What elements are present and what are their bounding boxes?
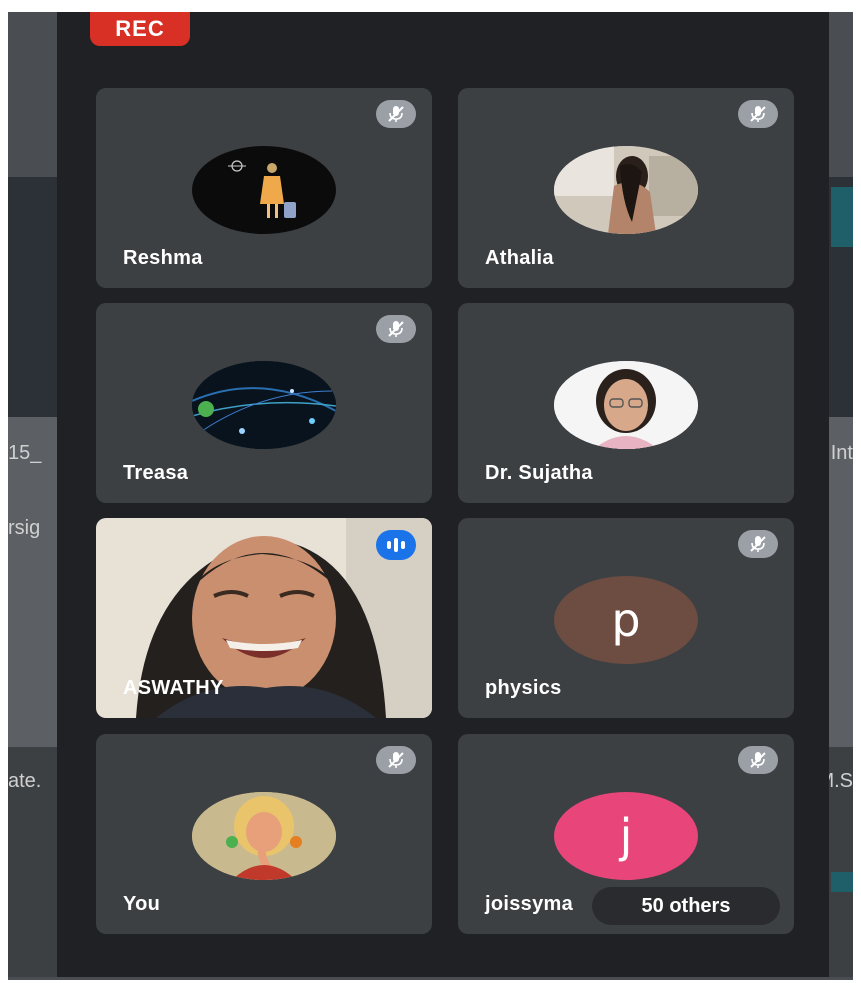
participant-name: Athalia [485, 247, 554, 269]
participant-tile-physics[interactable]: p physics [458, 518, 794, 718]
recording-badge: REC [90, 12, 190, 46]
background-text: 15_ [8, 442, 42, 464]
others-count-button[interactable]: 50 others [592, 887, 780, 925]
participant-tile-treasa[interactable]: Treasa [96, 303, 432, 503]
mic-off-icon [738, 746, 778, 774]
participant-tile-dr-sujatha[interactable]: Dr. Sujatha [458, 303, 794, 503]
participant-name: physics [485, 677, 562, 699]
avatar [554, 361, 698, 449]
mic-off-icon [738, 530, 778, 558]
participant-tile-you[interactable]: You [96, 734, 432, 934]
background-text: ate. [8, 770, 42, 792]
avatar [192, 792, 336, 880]
mic-off-icon [376, 100, 416, 128]
avatar [192, 361, 336, 449]
background-strip [831, 187, 853, 247]
participant-name: ASWATHY [123, 677, 224, 699]
participant-name: Dr. Sujatha [485, 462, 593, 484]
avatar: j [554, 792, 698, 880]
background-text: rsig [8, 517, 41, 539]
participant-tile-athalia[interactable]: Athalia [458, 88, 794, 288]
participant-name: You [123, 893, 161, 915]
mic-off-icon [376, 315, 416, 343]
participant-name: Treasa [123, 462, 189, 484]
avatar [192, 146, 336, 234]
background-strip [831, 872, 853, 892]
mic-off-icon [738, 100, 778, 128]
avatar: p [554, 576, 698, 664]
background-text: Int [830, 442, 853, 464]
avatar [554, 146, 698, 234]
participant-tile-reshma[interactable]: Reshma [96, 88, 432, 288]
participant-name: Reshma [123, 247, 203, 269]
speaking-indicator-icon [376, 530, 416, 560]
participant-tile-aswathy[interactable]: ASWATHY [96, 518, 432, 718]
participant-name: joissyma [485, 893, 574, 915]
mic-off-icon [376, 746, 416, 774]
